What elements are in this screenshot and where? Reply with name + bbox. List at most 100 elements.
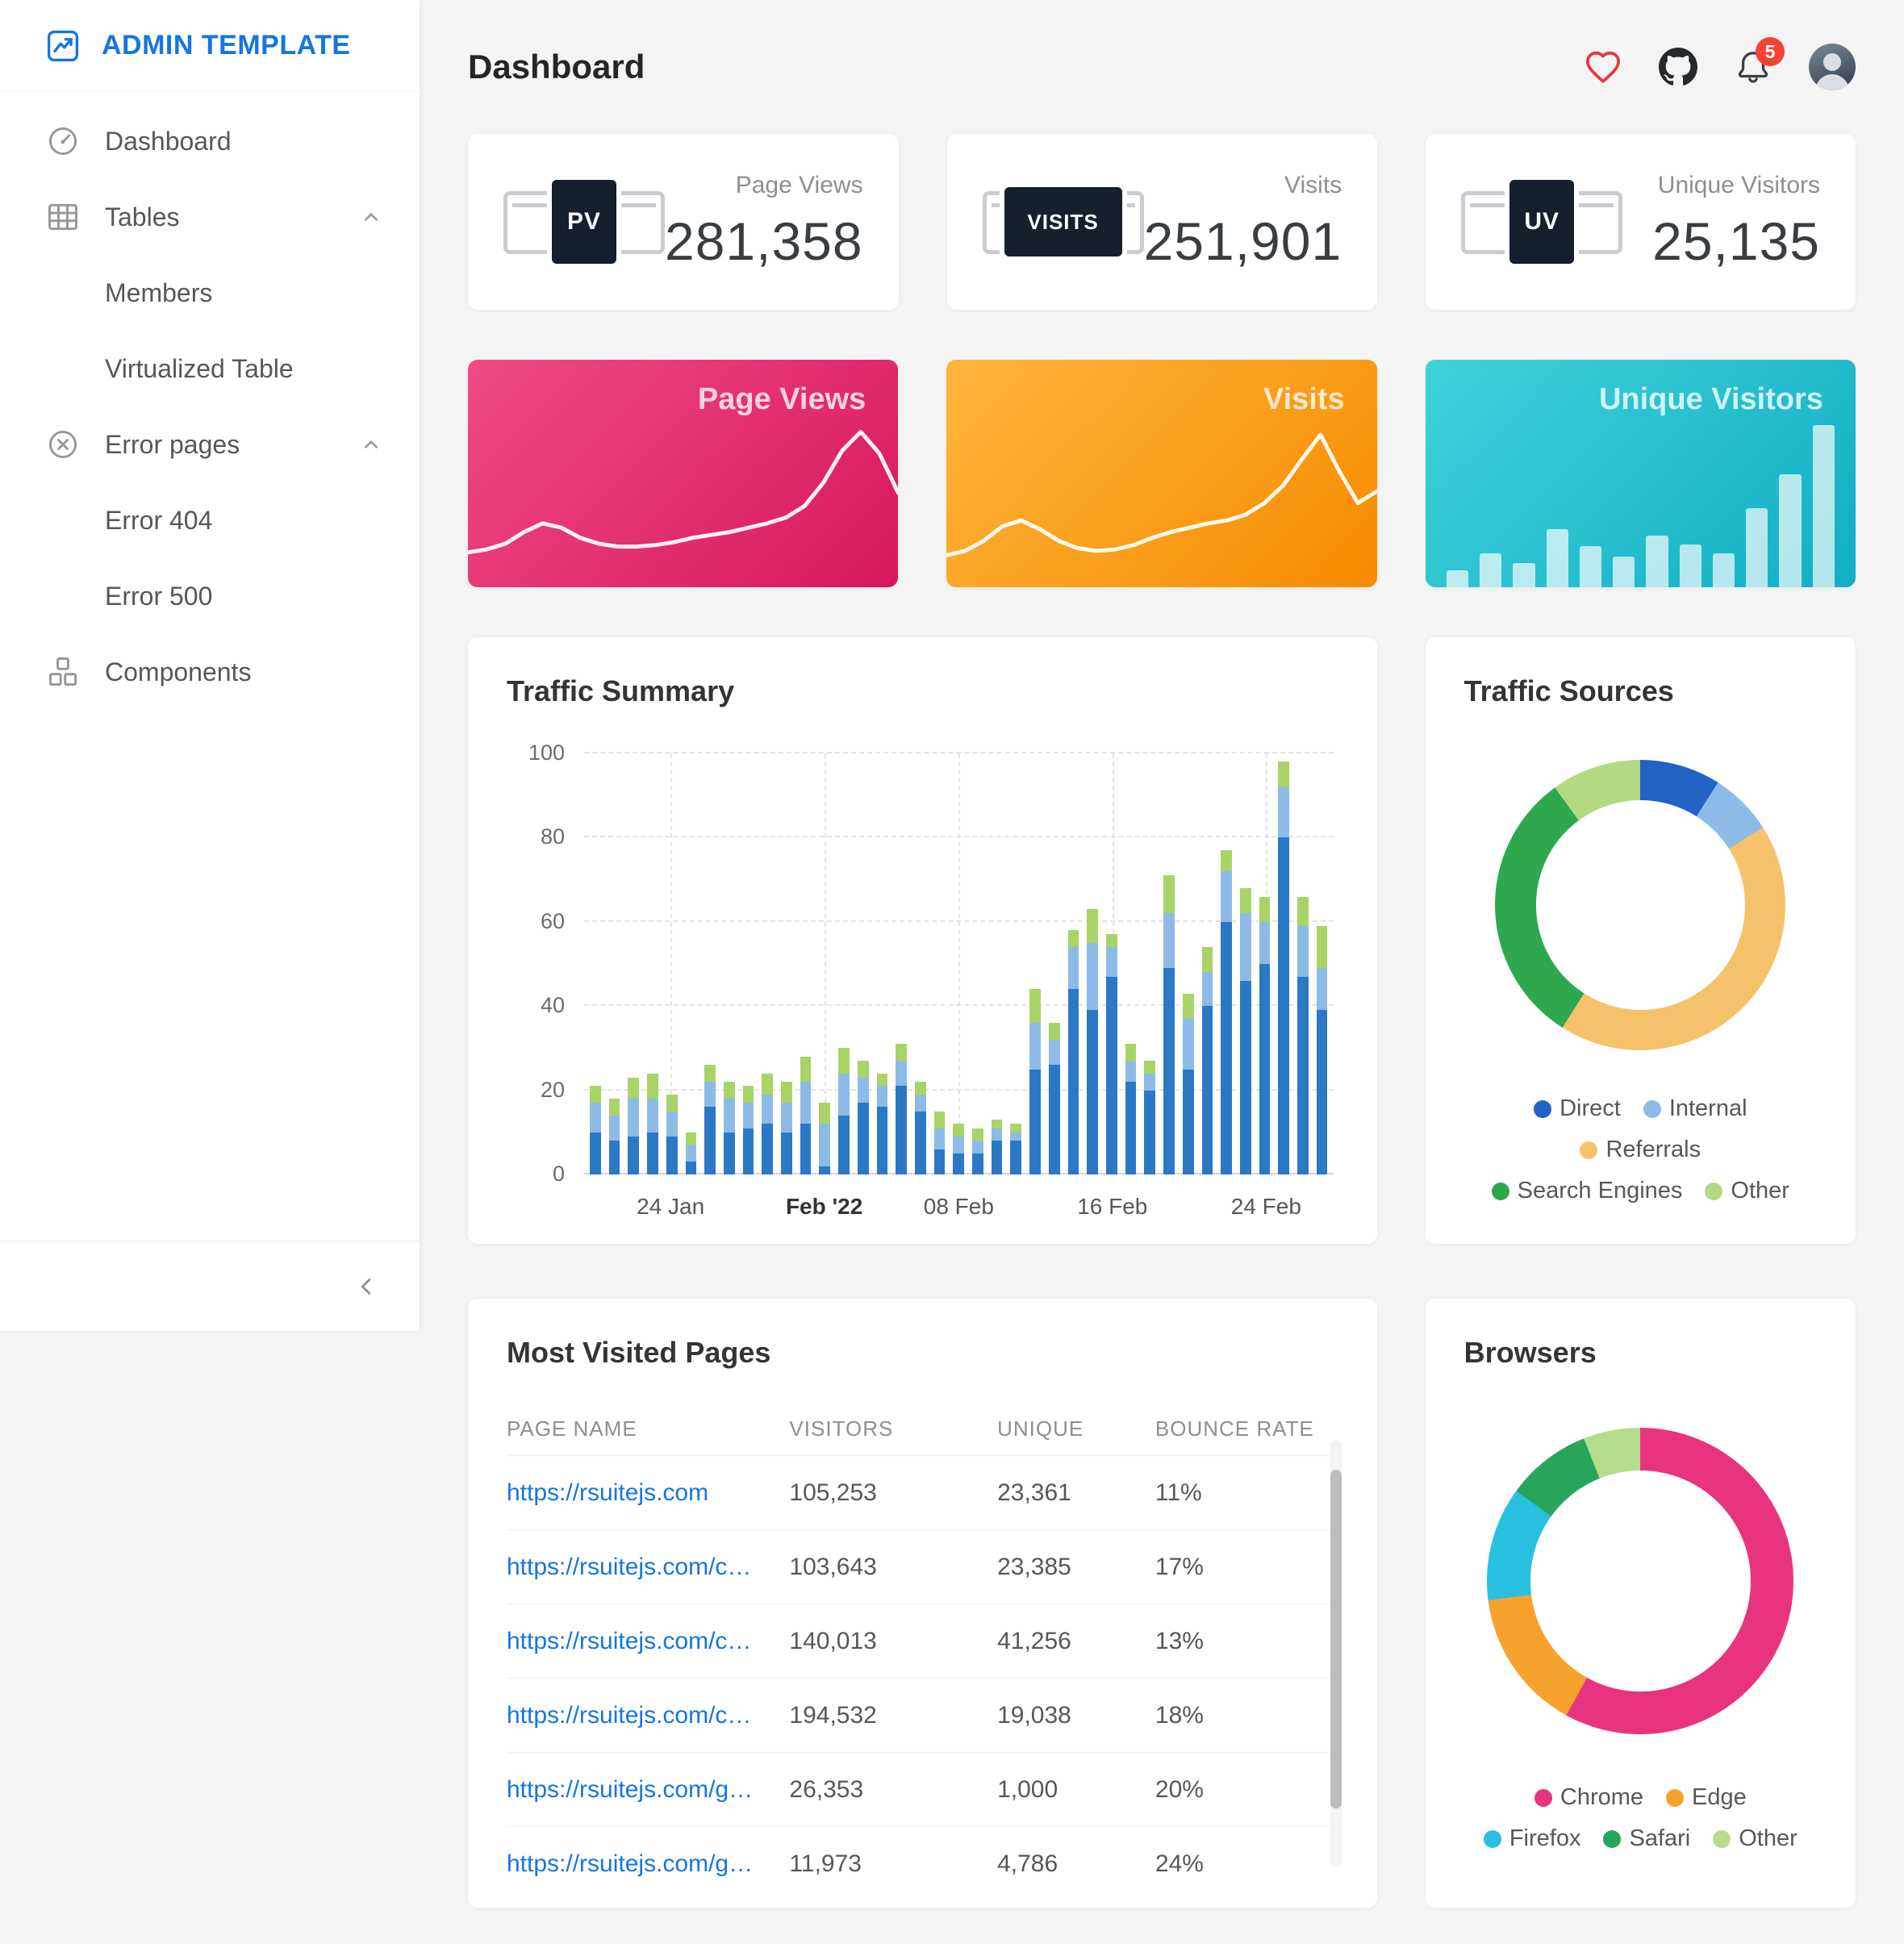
- chevron-up-icon: [358, 432, 384, 457]
- sidebar-item-label: Virtualized Table: [105, 354, 294, 384]
- page-link[interactable]: https://rsuitejs.com/c…: [507, 1628, 789, 1655]
- most-visited-title: Most Visited Pages: [507, 1336, 1338, 1370]
- bar-stack: [1125, 753, 1137, 1174]
- bar-stack: [934, 753, 946, 1174]
- traffic-sources-donut: [1495, 760, 1785, 1050]
- page-link[interactable]: https://rsuitejs.com/c…: [507, 1554, 789, 1581]
- legend-item[interactable]: Safari: [1603, 1825, 1690, 1852]
- unique-cell: 1,000: [997, 1776, 1155, 1804]
- most-visited-card: Most Visited Pages PAGE NAME VISITORS UN…: [468, 1299, 1377, 1908]
- avatar[interactable]: [1809, 44, 1856, 90]
- stat-value: 281,358: [665, 211, 863, 272]
- bar-stack: [1259, 753, 1271, 1174]
- unique-visitors-stat-card: UV Unique Visitors 25,135: [1426, 134, 1856, 310]
- unique-cell: 23,385: [997, 1554, 1155, 1581]
- bar-stack: [1278, 753, 1289, 1174]
- unique-cell: 23,361: [997, 1479, 1155, 1507]
- sidebar-item-tables[interactable]: Tables: [0, 179, 420, 255]
- sidebar-item-label: Members: [105, 278, 212, 308]
- legend-item[interactable]: Firefox: [1484, 1825, 1581, 1852]
- side-navigation: Dashboard Tables Members Virtualized Tab…: [0, 92, 420, 710]
- bar-stack: [1144, 753, 1155, 1174]
- unique-cell: 41,256: [997, 1628, 1155, 1655]
- notifications-button[interactable]: 5: [1735, 48, 1772, 86]
- bounce-rate-cell: 17%: [1155, 1554, 1338, 1581]
- sidebar-item-label: Dashboard: [105, 127, 232, 156]
- col-visitors: VISITORS: [789, 1416, 997, 1441]
- table-scrollbar-thumb[interactable]: [1330, 1470, 1342, 1808]
- bar-stack: [800, 753, 812, 1174]
- x-tick-label: 08 Feb: [924, 1194, 994, 1220]
- x-tick-label: 16 Feb: [1077, 1194, 1147, 1220]
- sidebar-item-error-404[interactable]: Error 404: [0, 482, 420, 558]
- sidebar-item-error-500[interactable]: Error 500: [0, 558, 420, 634]
- table-row: https://rsuitejs.com105,25323,36111%: [507, 1455, 1338, 1529]
- legend-item[interactable]: Referrals: [1580, 1137, 1701, 1163]
- y-tick-label: 0: [508, 1162, 565, 1187]
- sidebar-item-label: Error 404: [105, 506, 212, 536]
- sidebar-item-virtualized-table[interactable]: Virtualized Table: [0, 331, 420, 407]
- traffic-summary-title: Traffic Summary: [507, 674, 1338, 708]
- brand[interactable]: ADMIN TEMPLATE: [0, 0, 420, 92]
- y-tick-label: 40: [508, 993, 565, 1018]
- bar-stack: [1297, 753, 1309, 1174]
- page-link[interactable]: https://rsuitejs.com: [507, 1479, 789, 1507]
- bar-stack: [686, 753, 697, 1174]
- legend-item[interactable]: Direct: [1534, 1095, 1621, 1122]
- table-scrollbar-track: [1330, 1441, 1342, 1866]
- sidebar-item-label: Error pages: [105, 430, 240, 460]
- page-link[interactable]: https://rsuitejs.com/g…: [507, 1850, 789, 1878]
- chevron-up-icon: [358, 204, 384, 230]
- bar-stack: [743, 753, 754, 1174]
- table-row: https://rsuitejs.com/g…11,9734,78624%: [507, 1826, 1338, 1900]
- traffic-summary-plot: 02040608010024 JanFeb '2208 Feb16 Feb24 …: [584, 753, 1334, 1174]
- sidebar-item-members[interactable]: Members: [0, 255, 420, 331]
- traffic-sources-title: Traffic Sources: [1464, 674, 1817, 708]
- legend-item[interactable]: Chrome: [1534, 1784, 1643, 1811]
- traffic-row: Traffic Summary 02040608010024 JanFeb '2…: [468, 637, 1856, 1244]
- legend-dot-icon: [1580, 1141, 1597, 1159]
- bottom-row: Most Visited Pages PAGE NAME VISITORS UN…: [468, 1299, 1856, 1908]
- page-link[interactable]: https://rsuitejs.com/c…: [507, 1702, 789, 1729]
- legend-dot-icon: [1484, 1830, 1501, 1848]
- unique-visitors-spark-card: Unique Visitors: [1426, 360, 1856, 587]
- legend-dot-icon: [1666, 1789, 1684, 1807]
- legend-dot-icon: [1534, 1100, 1551, 1118]
- legend-dot-icon: [1643, 1100, 1661, 1118]
- heart-icon[interactable]: [1585, 48, 1622, 86]
- visitors-cell: 140,013: [789, 1628, 997, 1655]
- bar-stack: [647, 753, 658, 1174]
- bar-stack: [1183, 753, 1194, 1174]
- legend-item[interactable]: Search Engines: [1492, 1178, 1683, 1204]
- x-tick-label: 24 Feb: [1231, 1194, 1301, 1220]
- sidebar-item-dashboard[interactable]: Dashboard: [0, 103, 420, 179]
- stat-value: 25,135: [1652, 211, 1820, 272]
- page-link[interactable]: https://rsuitejs.com/g…: [507, 1776, 789, 1804]
- sidebar-item-components[interactable]: Components: [0, 634, 420, 710]
- most-visited-table: PAGE NAME VISITORS UNIQUE BOUNCE RATE ht…: [507, 1402, 1338, 1900]
- sidebar-item-error-pages[interactable]: Error pages: [0, 407, 420, 482]
- bounce-rate-cell: 24%: [1155, 1850, 1338, 1878]
- page-title: Dashboard: [468, 48, 645, 86]
- traffic-summary-card: Traffic Summary 02040608010024 JanFeb '2…: [468, 637, 1377, 1244]
- legend-item[interactable]: Edge: [1666, 1784, 1747, 1811]
- legend-dot-icon: [1492, 1183, 1509, 1200]
- legend-item[interactable]: Other: [1705, 1178, 1789, 1204]
- sidebar-item-label: Components: [105, 657, 251, 687]
- visits-stat-card: VISITS Visits 251,901: [947, 134, 1378, 310]
- header-actions: 5: [1585, 44, 1856, 90]
- stats-row: PV Page Views 281,358 VISITS Visits 251,…: [468, 134, 1856, 310]
- bar-stack: [590, 753, 601, 1174]
- legend-dot-icon: [1534, 1789, 1552, 1807]
- stat-badge: VISITS: [1000, 182, 1127, 261]
- legend-item[interactable]: Other: [1713, 1825, 1798, 1852]
- page-views-sparkline: [468, 428, 898, 573]
- bar-stack: [896, 753, 907, 1174]
- github-icon[interactable]: [1659, 48, 1697, 86]
- sidebar-collapse-toggle[interactable]: [0, 1241, 420, 1331]
- visitors-cell: 103,643: [789, 1554, 997, 1581]
- col-bounce-rate: BOUNCE RATE: [1155, 1416, 1338, 1441]
- visits-icon: VISITS: [983, 172, 1144, 272]
- bounce-rate-cell: 18%: [1155, 1702, 1338, 1729]
- legend-item[interactable]: Internal: [1643, 1095, 1747, 1122]
